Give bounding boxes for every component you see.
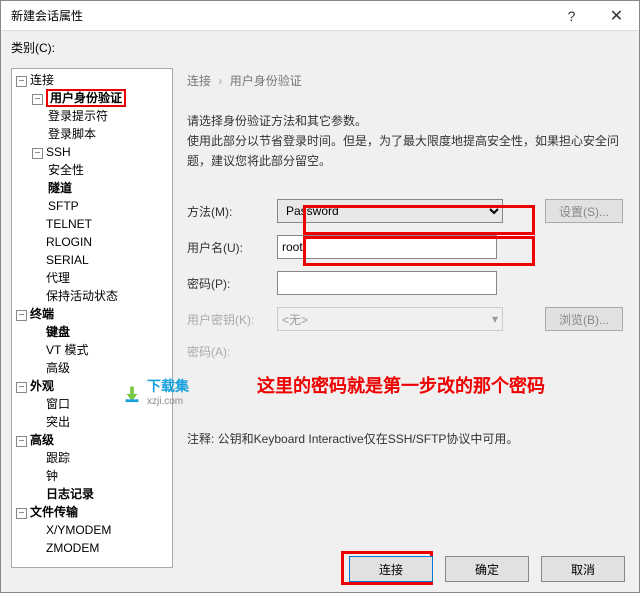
tree-auth[interactable]: −用户身份验证 [12, 89, 172, 107]
description: 请选择身份验证方法和其它参数。 使用此部分以节省登录时间。但是，为了最大限度地提… [187, 111, 623, 171]
close-button[interactable]: ✕ [594, 1, 639, 31]
collapse-icon[interactable]: − [16, 508, 27, 519]
tree-serial[interactable]: SERIAL [12, 251, 172, 269]
tree-highlight[interactable]: 突出 [12, 413, 172, 431]
tree-security[interactable]: 安全性 [12, 161, 172, 179]
tree-login-script[interactable]: 登录脚本 [12, 125, 172, 143]
tree-connection[interactable]: −连接 [12, 71, 172, 89]
tree-xymodem[interactable]: X/YMODEM [12, 521, 172, 539]
tree-telnet[interactable]: TELNET [12, 215, 172, 233]
tree-keepalive[interactable]: 保持活动状态 [12, 287, 172, 305]
tree-appearance[interactable]: −外观 [12, 377, 172, 395]
category-tree[interactable]: −连接 −用户身份验证 登录提示符 登录脚本 −SSH 安全性 隧道 SFTP … [11, 68, 173, 568]
tree-terminal[interactable]: −终端 [12, 305, 172, 323]
chevron-down-icon: ▾ [492, 312, 498, 326]
window-title: 新建会话属性 [11, 7, 549, 24]
tree-login-prompt[interactable]: 登录提示符 [12, 107, 172, 125]
setup-button[interactable]: 设置(S)... [545, 199, 623, 223]
userkey-select: <无>▾ [277, 307, 503, 331]
tree-vt[interactable]: VT 模式 [12, 341, 172, 359]
tree-trace[interactable]: 跟踪 [12, 449, 172, 467]
breadcrumb-b: 用户身份验证 [230, 74, 302, 88]
tree-log[interactable]: 日志记录 [12, 485, 172, 503]
username-input[interactable] [277, 235, 497, 259]
annotation-red: 这里的密码就是第一步改的那个密码 [257, 372, 623, 398]
tree-filetransfer[interactable]: −文件传输 [12, 503, 172, 521]
tree-keyboard[interactable]: 键盘 [12, 323, 172, 341]
password-label: 密码(P): [187, 275, 277, 292]
tree-proxy[interactable]: 代理 [12, 269, 172, 287]
breadcrumb: 连接 › 用户身份验证 [187, 68, 623, 99]
tree-advanced[interactable]: −高级 [12, 431, 172, 449]
collapse-icon[interactable]: − [16, 436, 27, 447]
chevron-right-icon: › [218, 74, 222, 88]
tree-adv1[interactable]: 高级 [12, 359, 172, 377]
collapse-icon[interactable]: − [16, 310, 27, 321]
collapse-icon[interactable]: − [32, 148, 43, 159]
dialog-window: 新建会话属性 ? ✕ 类别(C): −连接 −用户身份验证 登录提示符 登录脚本… [0, 0, 640, 593]
dialog-footer: 连接 确定 取消 [349, 556, 625, 582]
tree-rlogin[interactable]: RLOGIN [12, 233, 172, 251]
userkey-label: 用户密钥(K): [187, 311, 277, 328]
tree-bell[interactable]: 钟 [12, 467, 172, 485]
method-select[interactable]: Password [277, 199, 503, 223]
collapse-icon[interactable]: − [32, 94, 43, 105]
help-button[interactable]: ? [549, 1, 594, 31]
tree-ssh[interactable]: −SSH [12, 143, 172, 161]
tree-sftp[interactable]: SFTP [12, 197, 172, 215]
password-input[interactable] [277, 271, 497, 295]
content-panel: 连接 › 用户身份验证 请选择身份验证方法和其它参数。 使用此部分以节省登录时间… [181, 68, 629, 575]
connect-button[interactable]: 连接 [349, 556, 433, 582]
ok-button[interactable]: 确定 [445, 556, 529, 582]
tree-tunnel[interactable]: 隧道 [12, 179, 172, 197]
passphrase-label: 密码(A): [187, 343, 277, 360]
username-label: 用户名(U): [187, 239, 277, 256]
breadcrumb-a[interactable]: 连接 [187, 74, 211, 88]
tree-zmodem[interactable]: ZMODEM [12, 539, 172, 557]
category-label: 类别(C): [11, 39, 639, 56]
cancel-button[interactable]: 取消 [541, 556, 625, 582]
titlebar: 新建会话属性 ? ✕ [1, 1, 639, 31]
browse-button: 浏览(B)... [545, 307, 623, 331]
collapse-icon[interactable]: − [16, 382, 27, 393]
tree-window[interactable]: 窗口 [12, 395, 172, 413]
collapse-icon[interactable]: − [16, 76, 27, 87]
method-label: 方法(M): [187, 203, 277, 220]
note-text: 注释: 公钥和Keyboard Interactive仅在SSH/SFTP协议中… [187, 430, 623, 447]
